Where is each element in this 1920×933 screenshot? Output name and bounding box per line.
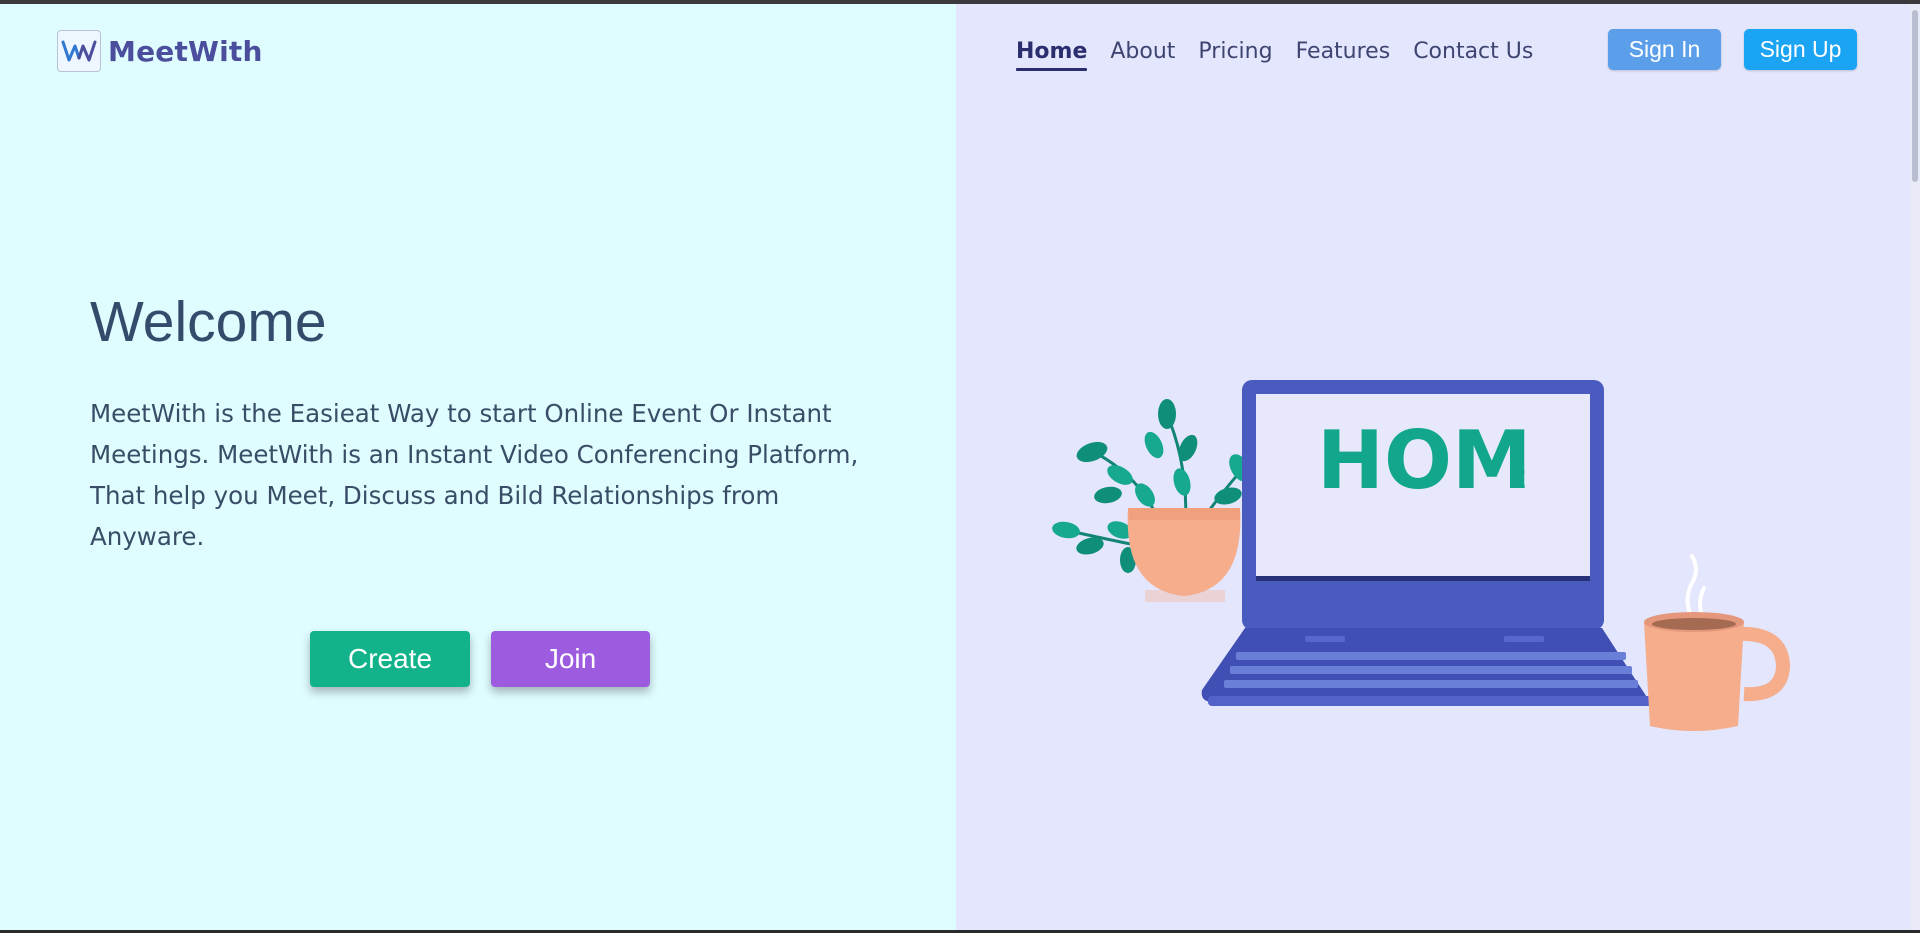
join-meeting-button[interactable]: Join [491,631,650,687]
screen-text-large: HOM [1317,414,1532,507]
sign-in-button[interactable]: Sign In [1608,29,1721,70]
nav-home[interactable]: Home [1016,39,1088,71]
hero-illustration: HOM E [1052,380,1790,731]
hero-description: MeetWith is the Easieat Way to start Onl… [90,399,859,551]
brand-logo[interactable]: MeetWith [57,28,263,74]
main-nav: Home About Pricing Features Contact Us [1016,34,1556,71]
nav-contact-us[interactable]: Contact Us [1413,39,1533,64]
create-meeting-button[interactable]: Create [310,631,470,687]
sign-up-button[interactable]: Sign Up [1744,29,1857,70]
hero-title: Welcome [90,290,327,354]
screen-text-small: E [1510,466,1526,494]
meetwith-logo-icon [57,30,101,72]
scrollbar-thumb[interactable] [1912,10,1918,182]
nav-pricing[interactable]: Pricing [1198,39,1272,64]
nav-features[interactable]: Features [1296,39,1391,64]
brand-name: MeetWith [108,34,263,68]
laptop-icon: HOM E [1201,380,1658,706]
coffee-mug-icon [1644,554,1790,731]
nav-about[interactable]: About [1110,39,1175,64]
